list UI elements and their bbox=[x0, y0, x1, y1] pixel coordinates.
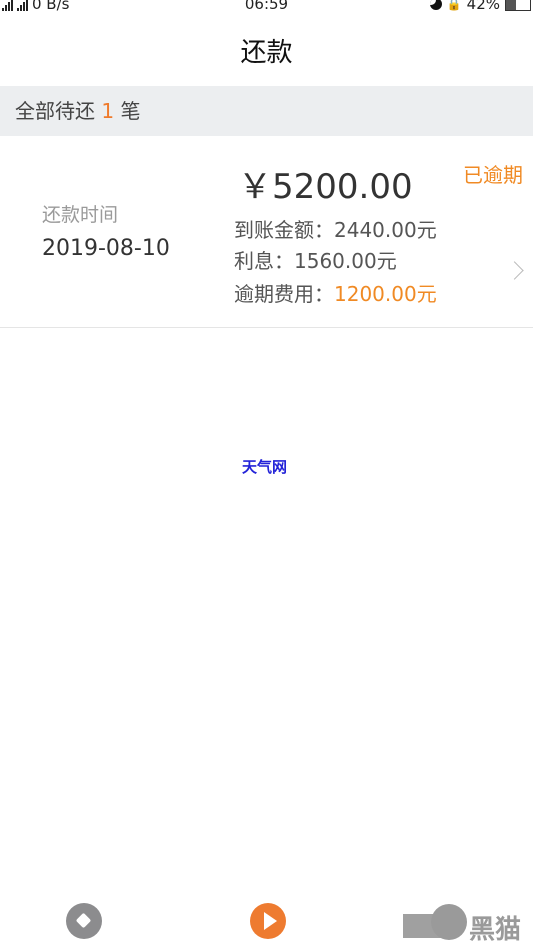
status-bar: 0 B/s 06:59 🔒 42% bbox=[0, 0, 533, 16]
repayment-record[interactable]: 还款时间 2019-08-10 ￥5200.00 已逾期 到账金额：2440.0… bbox=[0, 137, 533, 328]
battery-percent: 42% bbox=[466, 0, 500, 13]
rotation-lock-icon: 🔒 bbox=[446, 0, 462, 11]
overdue-status-badge: 已逾期 bbox=[463, 163, 523, 187]
overdue-fee-value: 1200.00元 bbox=[334, 282, 437, 306]
received-label: 到账金额： bbox=[234, 218, 334, 242]
watermark-logo: 黑猫 bbox=[403, 904, 533, 945]
bottom-navigation: 黑猫 bbox=[0, 888, 533, 945]
overdue-fee-label: 逾期费用： bbox=[234, 282, 334, 306]
smiley-logo-icon bbox=[431, 904, 467, 940]
summary-prefix: 全部待还 bbox=[15, 99, 95, 123]
status-right: 🔒 42% bbox=[429, 0, 531, 13]
received-amount-row: 到账金额：2440.00元 bbox=[234, 214, 437, 243]
watermark-logo-text: 黑猫 bbox=[469, 915, 522, 945]
overdue-fee-row: 逾期费用：1200.00元 bbox=[234, 278, 437, 307]
pending-count: 1 bbox=[101, 99, 115, 123]
do-not-disturb-icon bbox=[429, 0, 442, 10]
play-nav-icon[interactable] bbox=[250, 903, 286, 939]
received-value: 2440.00元 bbox=[334, 218, 437, 242]
chevron-right-icon[interactable] bbox=[505, 261, 524, 280]
watermark-text: 天气网 bbox=[242, 458, 288, 476]
page-title: 还款 bbox=[240, 38, 293, 68]
pending-summary: 全部待还 1 笔 bbox=[0, 86, 533, 136]
repayment-date-label: 还款时间 bbox=[42, 204, 119, 226]
interest-label: 利息： bbox=[234, 249, 294, 273]
home-nav-icon[interactable] bbox=[66, 903, 102, 939]
interest-row: 利息：1560.00元 bbox=[234, 245, 397, 274]
interest-value: 1560.00元 bbox=[294, 249, 397, 273]
repayment-date: 2019-08-10 bbox=[42, 236, 170, 261]
repayment-amount: ￥5200.00 bbox=[238, 167, 413, 207]
battery-icon bbox=[505, 0, 531, 11]
summary-suffix: 笔 bbox=[120, 99, 141, 123]
